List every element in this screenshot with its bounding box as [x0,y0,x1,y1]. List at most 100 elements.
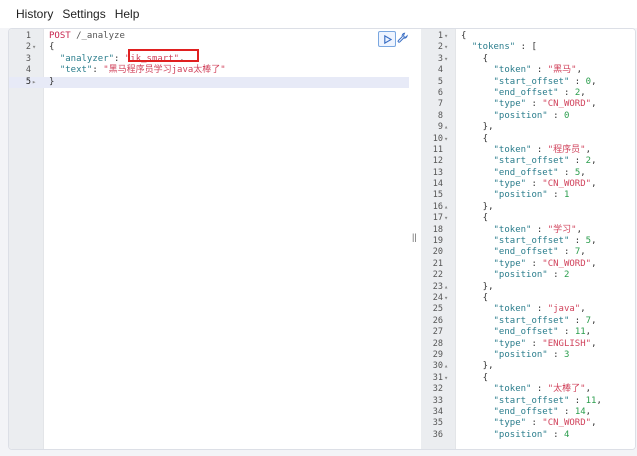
token-punct [461,168,494,178]
token-punct: : [569,395,586,406]
token-punct: , [591,156,597,167]
token-punct [461,418,494,428]
token-punct: , [591,99,597,110]
code-text: "position" : 4 [461,430,635,441]
response-line[interactable]: 7 "type" : "CN_WORD", [421,99,635,110]
response-line[interactable]: 8 "position" : 0 [421,111,635,122]
response-line[interactable]: 13 "end_offset" : 5, [421,168,635,179]
response-line[interactable]: 31 ▾ { [421,373,635,384]
response-line[interactable]: 17 ▾ { [421,213,635,224]
fold-toggle-icon[interactable]: ▾ [444,42,454,53]
response-line[interactable]: 28 "type" : "ENGLISH", [421,339,635,350]
response-viewer[interactable]: 1 ▾{2 ▾ "tokens" : [3 ▾ {4 "token" : "黑马", 5… [421,29,635,449]
code-text: }, [461,122,635,133]
fold-toggle-icon[interactable]: ▾ [444,31,454,42]
token-kw: POST [49,31,77,41]
token-punct: : [547,429,564,440]
token-str: "CN_WORD" [542,179,592,190]
line-number: 15 [432,190,443,201]
fold-toggle-icon[interactable]: ▾ [444,373,454,384]
response-line[interactable]: 24 ▾ { [421,293,635,304]
code-text: }, [461,361,635,372]
fold-toggle-icon[interactable]: ▴ [444,361,454,372]
token-punct: : [569,156,586,167]
response-line[interactable]: 19 "start_offset" : 5, [421,236,635,247]
request-lines[interactable]: 1 POST /_analyze 2 ▾ {3 "analyzer": "ik_smar… [9,31,409,88]
menu-history[interactable]: History [0,7,53,21]
token-key: "start_offset" [493,76,570,87]
token-punct: : [526,258,543,269]
token-punct: : [558,167,575,178]
line-number: 22 [432,270,443,281]
code-text: { [461,373,635,384]
token-punct [461,259,494,269]
token-key: "type" [493,179,527,190]
fold-toggle-icon[interactable]: ▾ [444,134,454,145]
response-line[interactable]: 1 ▾ { [421,31,635,42]
response-line[interactable]: 23 ▴ }, [421,282,635,293]
fold-toggle-icon[interactable]: ▴ [444,282,454,293]
response-line[interactable]: 5 "start_offset" : 0, [421,77,635,88]
response-line[interactable]: 27 "end_offset" : 11, [421,327,635,338]
fold-toggle-icon[interactable]: ▾ [32,42,42,53]
response-line[interactable]: 34 "end_offset" : 14, [421,407,635,418]
token-punct: { [461,53,489,64]
response-line[interactable]: 11 "token" : "程序员", [421,145,635,156]
fold-toggle-icon[interactable]: ▴ [444,122,454,133]
code-text: "start_offset" : 2, [461,156,635,167]
pane-splitter[interactable]: || [409,29,421,449]
response-line[interactable]: 10 ▾ { [421,134,635,145]
response-line[interactable]: 25 "token" : "java", [421,304,635,315]
response-line[interactable]: 30 ▴ }, [421,361,635,372]
token-key: "token" [493,304,532,315]
response-line[interactable]: 22 "position" : 2 [421,270,635,281]
response-line[interactable]: 3 ▾ { [421,54,635,65]
response-line[interactable]: 36 "position" : 4 [421,430,635,441]
response-line[interactable]: 21 "type" : "CN_WORD", [421,259,635,270]
response-line[interactable]: 20 "end_offset" : 7, [421,247,635,258]
fold-toggle-icon[interactable]: ▾ [444,293,454,304]
request-line[interactable]: 4 "text": "黑马程序员学习java太棒了" [9,65,409,76]
request-line[interactable]: 2 ▾ { [9,42,409,53]
request-editor[interactable]: 1 POST /_analyze 2 ▾ {3 "analyzer": "ik_smar… [9,29,409,449]
response-line[interactable]: 4 "token" : "黑马", [421,65,635,76]
response-line[interactable]: 9 ▴ }, [421,122,635,133]
request-line[interactable]: 1 POST /_analyze [9,31,409,42]
line-number: 14 [432,179,443,190]
response-line[interactable]: 32 "token" : "太棒了", [421,384,635,395]
token-punct [49,65,60,75]
line-number: 5 [25,76,31,87]
request-line[interactable]: 5 ▸} [9,76,409,88]
run-request-button[interactable] [378,31,396,47]
request-line[interactable]: 3 "analyzer": "ik_smart", [9,54,409,65]
response-line[interactable]: 6 "end_offset" : 2, [421,88,635,99]
request-settings-button[interactable] [396,31,409,45]
response-line[interactable]: 35 "type" : "CN_WORD", [421,418,635,429]
response-lines[interactable]: 1 ▾{2 ▾ "tokens" : [3 ▾ {4 "token" : "黑马", 5… [421,31,635,441]
response-line[interactable]: 26 "start_offset" : 7, [421,316,635,327]
token-punct: : [526,338,543,349]
token-punct: }, [461,122,494,133]
fold-toggle-icon[interactable]: ▴ [444,202,454,213]
response-line[interactable]: 12 "start_offset" : 2, [421,156,635,167]
token-punct: , [580,87,586,98]
menu-settings[interactable]: Settings [53,7,105,21]
response-line[interactable]: 14 "type" : "CN_WORD", [421,179,635,190]
response-line[interactable]: 18 "token" : "学习", [421,225,635,236]
menu-help[interactable]: Help [106,7,140,21]
token-punct: : [558,87,575,98]
response-line[interactable]: 15 "position" : 1 [421,190,635,201]
response-line[interactable]: 29 "position" : 3 [421,350,635,361]
request-gutter [9,29,44,449]
splitter-grip[interactable]: || [412,232,417,242]
token-punct [461,156,494,166]
response-line[interactable]: 16 ▴ }, [421,202,635,213]
response-line[interactable]: 33 "start_offset" : 11, [421,396,635,407]
fold-toggle-icon[interactable]: ▸ [32,77,42,88]
token-key: "type" [493,338,527,349]
fold-toggle-icon[interactable]: ▾ [444,54,454,65]
response-line[interactable]: 2 ▾ "tokens" : [ [421,42,635,53]
code-text: "end_offset" : 14, [461,407,635,418]
fold-toggle-icon[interactable]: ▾ [444,213,454,224]
token-key: "type" [493,418,527,429]
